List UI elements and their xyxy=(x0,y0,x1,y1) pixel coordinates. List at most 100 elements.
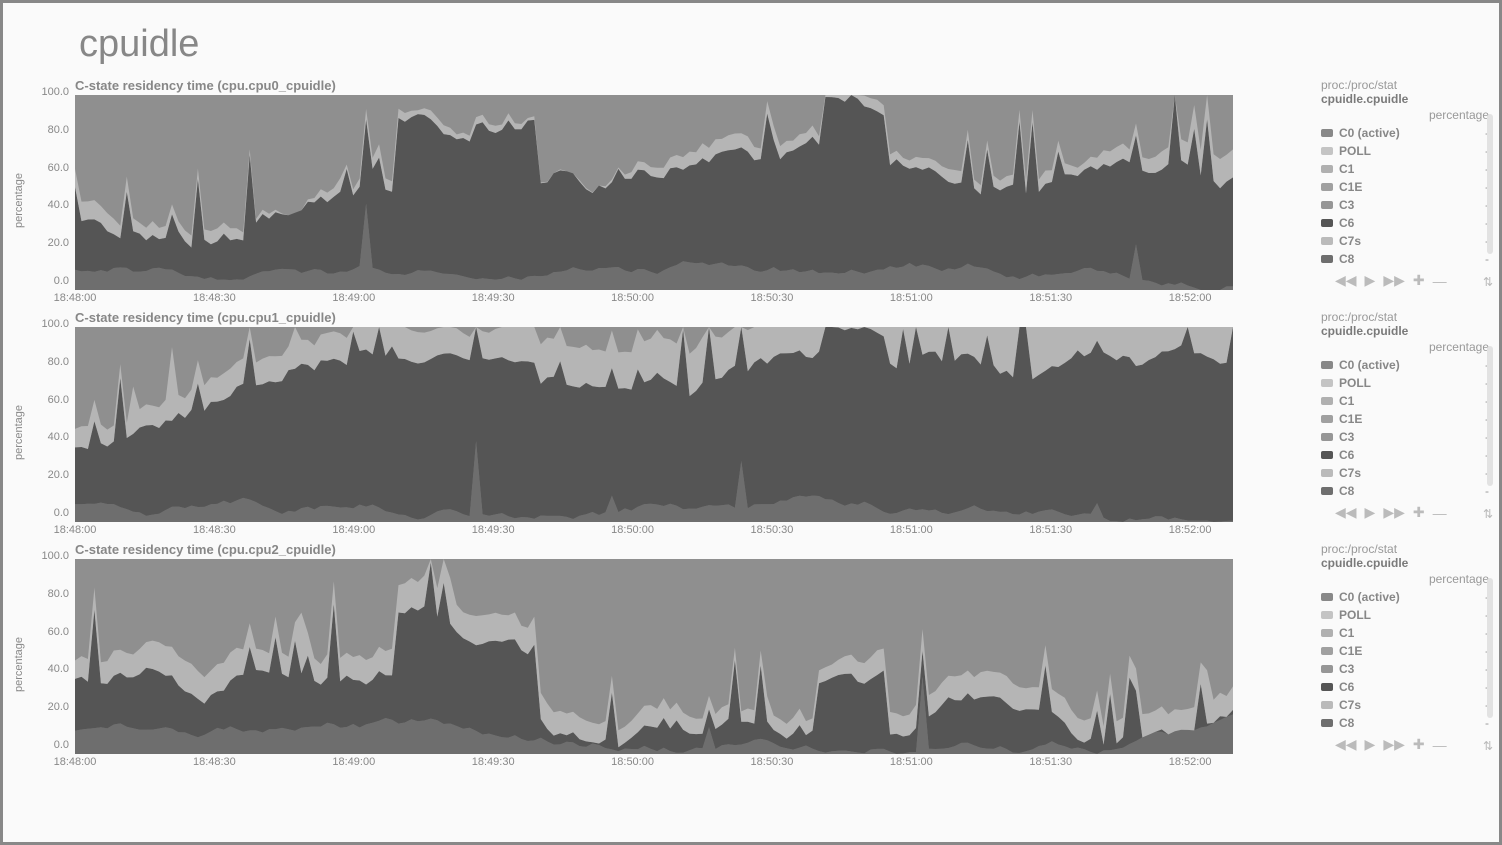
x-tick: 18:49:30 xyxy=(472,756,515,768)
legend-unit: percentage xyxy=(1321,340,1489,354)
x-tick: 18:48:00 xyxy=(54,524,97,536)
legend-source: proc:/proc/stat xyxy=(1321,78,1489,92)
y-axis: 100.080.060.040.020.00.0 xyxy=(27,542,75,751)
legend-item[interactable]: C3- xyxy=(1321,196,1489,214)
x-tick: 18:48:30 xyxy=(193,292,236,304)
legend-item[interactable]: C7s- xyxy=(1321,464,1489,482)
legend-item[interactable]: C0 (active)- xyxy=(1321,124,1489,142)
legend-swatch xyxy=(1321,379,1333,387)
fastforward-icon[interactable]: ▶▶ xyxy=(1383,272,1405,289)
legend-swatch xyxy=(1321,415,1333,423)
legend-chart-id: cpuidle.cpuidle xyxy=(1321,92,1489,106)
legend-scrollbar[interactable] xyxy=(1487,578,1493,718)
y-tick: 40.0 xyxy=(27,431,69,443)
legend-label: C3 xyxy=(1339,660,1485,678)
sort-icon[interactable]: ⇅ xyxy=(1483,275,1493,289)
legend-item[interactable]: C0 (active)- xyxy=(1321,588,1489,606)
x-axis: 18:48:0018:48:3018:49:0018:49:3018:50:00… xyxy=(75,522,1233,536)
chart-plot-area[interactable] xyxy=(75,327,1233,522)
legend-label: C6 xyxy=(1339,446,1485,464)
plus-icon[interactable]: ✚ xyxy=(1413,272,1425,289)
legend-label: C1 xyxy=(1339,392,1485,410)
y-tick: 80.0 xyxy=(27,588,69,600)
y-axis-label: percentage xyxy=(13,617,27,692)
legend-item[interactable]: C8- xyxy=(1321,714,1489,732)
legend-item[interactable]: C6- xyxy=(1321,446,1489,464)
legend-label: C3 xyxy=(1339,196,1485,214)
legend-swatch xyxy=(1321,255,1333,263)
play-icon[interactable]: ▶ xyxy=(1365,504,1376,521)
legend-scrollbar[interactable] xyxy=(1487,346,1493,486)
rewind-icon[interactable]: ◀◀ xyxy=(1335,736,1357,753)
legend-item[interactable]: C3- xyxy=(1321,428,1489,446)
chart-title: C-state residency time (cpu.cpu2_cpuidle… xyxy=(75,542,1303,557)
legend-source: proc:/proc/stat xyxy=(1321,542,1489,556)
legend-item[interactable]: C3- xyxy=(1321,660,1489,678)
legend-swatch xyxy=(1321,647,1333,655)
minus-icon[interactable]: — xyxy=(1433,273,1447,289)
y-tick: 40.0 xyxy=(27,199,69,211)
legend-swatch xyxy=(1321,183,1333,191)
minus-icon[interactable]: — xyxy=(1433,737,1447,753)
legend-label: POLL xyxy=(1339,606,1485,624)
play-icon[interactable]: ▶ xyxy=(1365,736,1376,753)
legend-swatch xyxy=(1321,397,1333,405)
x-tick: 18:52:00 xyxy=(1169,524,1212,536)
legend-item[interactable]: POLL- xyxy=(1321,142,1489,160)
legend-item[interactable]: C0 (active)- xyxy=(1321,356,1489,374)
legend-item[interactable]: C1- xyxy=(1321,392,1489,410)
y-axis-label: percentage xyxy=(13,385,27,460)
x-tick: 18:50:30 xyxy=(751,524,794,536)
y-tick: 0.0 xyxy=(27,507,69,519)
x-tick: 18:50:00 xyxy=(611,756,654,768)
legend-item[interactable]: C1E- xyxy=(1321,178,1489,196)
x-tick: 18:48:00 xyxy=(54,292,97,304)
legend-swatch xyxy=(1321,487,1333,495)
plus-icon[interactable]: ✚ xyxy=(1413,504,1425,521)
legend-label: POLL xyxy=(1339,142,1485,160)
y-tick: 80.0 xyxy=(27,124,69,136)
legend-label: C8 xyxy=(1339,250,1485,268)
legend-scrollbar[interactable] xyxy=(1487,114,1493,254)
legend-item[interactable]: C1E- xyxy=(1321,642,1489,660)
legend-swatch xyxy=(1321,611,1333,619)
legend-swatch xyxy=(1321,361,1333,369)
y-axis: 100.080.060.040.020.00.0 xyxy=(27,310,75,519)
legend-item[interactable]: C1- xyxy=(1321,624,1489,642)
legend-swatch xyxy=(1321,719,1333,727)
legend-swatch xyxy=(1321,129,1333,137)
legend-source: proc:/proc/stat xyxy=(1321,310,1489,324)
legend-label: C0 (active) xyxy=(1339,356,1485,374)
play-icon[interactable]: ▶ xyxy=(1365,272,1376,289)
legend-panel: proc:/proc/statcpuidle.cpuidlepercentage… xyxy=(1303,310,1489,521)
rewind-icon[interactable]: ◀◀ xyxy=(1335,272,1357,289)
legend-item[interactable]: C8- xyxy=(1321,482,1489,500)
legend-item[interactable]: C1E- xyxy=(1321,410,1489,428)
legend-item[interactable]: C7s- xyxy=(1321,696,1489,714)
sort-icon[interactable]: ⇅ xyxy=(1483,739,1493,753)
legend-item[interactable]: C7s- xyxy=(1321,232,1489,250)
y-tick: 60.0 xyxy=(27,394,69,406)
legend-item[interactable]: C8- xyxy=(1321,250,1489,268)
sort-icon[interactable]: ⇅ xyxy=(1483,507,1493,521)
plus-icon[interactable]: ✚ xyxy=(1413,736,1425,753)
legend-item[interactable]: C1- xyxy=(1321,160,1489,178)
fastforward-icon[interactable]: ▶▶ xyxy=(1383,736,1405,753)
y-tick: 60.0 xyxy=(27,626,69,638)
chart-title: C-state residency time (cpu.cpu1_cpuidle… xyxy=(75,310,1303,325)
rewind-icon[interactable]: ◀◀ xyxy=(1335,504,1357,521)
legend-swatch xyxy=(1321,147,1333,155)
y-tick: 20.0 xyxy=(27,237,69,249)
minus-icon[interactable]: — xyxy=(1433,505,1447,521)
legend-item[interactable]: POLL- xyxy=(1321,606,1489,624)
chart-plot-area[interactable] xyxy=(75,559,1233,754)
chart-plot-area[interactable] xyxy=(75,95,1233,290)
x-tick: 18:49:30 xyxy=(472,292,515,304)
legend-item[interactable]: C6- xyxy=(1321,678,1489,696)
legend-item[interactable]: POLL- xyxy=(1321,374,1489,392)
fastforward-icon[interactable]: ▶▶ xyxy=(1383,504,1405,521)
legend-item[interactable]: C6- xyxy=(1321,214,1489,232)
legend-label: C0 (active) xyxy=(1339,124,1485,142)
x-tick: 18:48:00 xyxy=(54,756,97,768)
legend-label: C1 xyxy=(1339,624,1485,642)
